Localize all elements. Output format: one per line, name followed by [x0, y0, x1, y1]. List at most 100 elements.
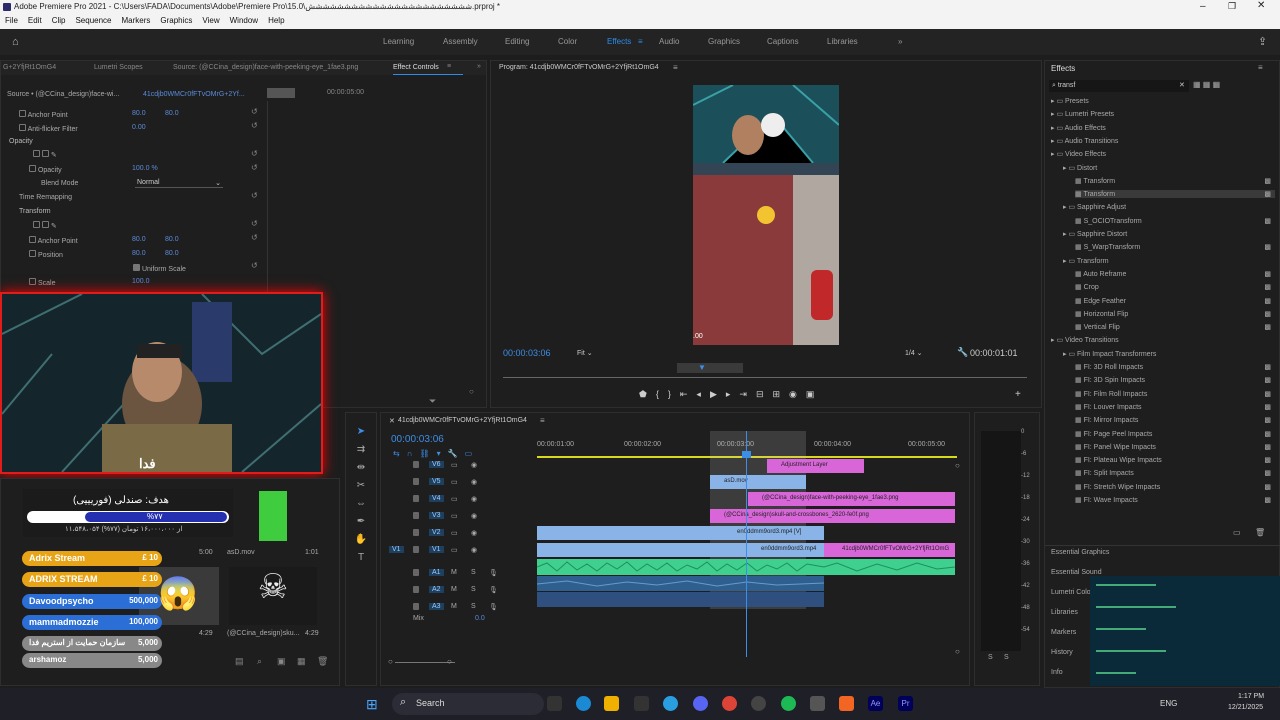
effect-item[interactable]: ▦ Crop ▩: [1075, 283, 1275, 291]
workspace-audio[interactable]: Audio: [659, 37, 679, 46]
store-icon[interactable]: [634, 696, 649, 711]
zoom-handle-icon[interactable]: ○: [447, 657, 452, 666]
taskbar-search[interactable]: ⌕ Search: [392, 693, 544, 715]
workspace-effects[interactable]: Effects: [607, 37, 631, 46]
step-back-icon[interactable]: ◂: [696, 389, 710, 399]
scroll-handle-icon[interactable]: ○: [955, 647, 960, 656]
clip-v1-b[interactable]: 41cdjb0WMCr0fFTvOMrG+2YfjRt1OmG: [824, 543, 955, 557]
tab-effect-controls[interactable]: Effect Controls: [393, 64, 439, 71]
effect-item[interactable]: ▦ S_WarpTransform ▩: [1075, 243, 1275, 251]
menu-clip[interactable]: Clip: [47, 14, 71, 27]
solo-button[interactable]: S: [471, 603, 476, 610]
trash-icon[interactable]: 🗑: [317, 656, 328, 667]
voice-over-icon[interactable]: 🎙: [489, 586, 498, 594]
share-icon[interactable]: ⇪: [1258, 35, 1267, 48]
type-tool-icon[interactable]: T: [354, 549, 368, 567]
menu-edit[interactable]: Edit: [23, 14, 47, 27]
effect-item[interactable]: ▦ FI: Mirror Impacts ▩: [1075, 416, 1275, 424]
windows-start-icon[interactable]: ⊞: [366, 696, 378, 713]
solo-right-button[interactable]: S: [1004, 654, 1009, 661]
captions-icon[interactable]: ▭: [465, 449, 480, 458]
effect-item[interactable]: ▦ FI: Panel Wipe Impacts ▩: [1075, 443, 1275, 451]
project-thumb-skull[interactable]: ☠: [229, 567, 317, 625]
program-menu-icon[interactable]: ≡: [673, 63, 678, 72]
effect-item[interactable]: ▦ FI: 3D Roll Impacts ▩: [1075, 363, 1275, 371]
effects-menu-icon[interactable]: ≡: [1258, 63, 1263, 72]
effect-folder[interactable]: ▸ ▭ Distort: [1063, 164, 1275, 172]
sync-lock-icon[interactable]: ▭: [451, 478, 458, 486]
new-item-icon[interactable]: ▦: [297, 656, 306, 667]
effect-folder[interactable]: ▸ ▭ Transform: [1063, 257, 1275, 265]
track-label[interactable]: V2: [429, 529, 444, 536]
file-explorer-icon[interactable]: [604, 696, 619, 711]
menu-view[interactable]: View: [197, 14, 224, 27]
track-label[interactable]: V1: [429, 546, 444, 553]
menu-sequence[interactable]: Sequence: [70, 14, 116, 27]
ec-anchor2-y[interactable]: 80.0: [165, 236, 179, 243]
ec-row-opacity-group[interactable]: Opacity: [9, 138, 33, 145]
panel-menu-icon[interactable]: ≡: [447, 63, 451, 70]
effect-folder[interactable]: ▸ ▭ Video Transitions: [1051, 336, 1275, 344]
app-icon[interactable]: [810, 696, 825, 711]
ec-row-transform[interactable]: Transform: [19, 208, 51, 215]
effect-folder[interactable]: ▸ ▭ Audio Transitions: [1051, 137, 1275, 145]
effect-item[interactable]: ▦ FI: Split Impacts ▩: [1075, 469, 1275, 477]
effect-folder[interactable]: ▸ ▭ Sapphire Adjust: [1063, 203, 1275, 211]
mute-button[interactable]: M: [451, 603, 457, 610]
track-label[interactable]: A3: [429, 603, 444, 610]
eye-icon[interactable]: ◉: [471, 495, 477, 503]
program-video-frame[interactable]: [693, 85, 839, 345]
new-bin-icon[interactable]: ▣: [277, 656, 286, 667]
project-thumb-green[interactable]: [259, 491, 287, 541]
history-tab[interactable]: History: [1051, 649, 1073, 656]
ec-position-x[interactable]: 80.0: [132, 250, 146, 257]
linked-selection-icon[interactable]: ⛓: [419, 449, 436, 458]
search-icon[interactable]: ⌕: [257, 656, 262, 667]
maximize-icon[interactable]: ❐: [1228, 1, 1236, 12]
playhead[interactable]: [746, 431, 747, 657]
trash-icon[interactable]: 🗑: [1255, 528, 1265, 537]
ec-position-y[interactable]: 80.0: [165, 250, 179, 257]
menu-file[interactable]: File: [0, 14, 23, 27]
rect-mask-icon[interactable]: [41, 221, 49, 228]
clock-date[interactable]: 12/21/2025: [1228, 704, 1263, 711]
project-item-asd[interactable]: asD.mov: [227, 549, 255, 556]
minimize-icon[interactable]: –: [1200, 1, 1206, 12]
mute-button[interactable]: M: [451, 569, 457, 576]
audio-waveforms[interactable]: [537, 559, 957, 609]
pen-mask-icon[interactable]: ✎: [51, 152, 57, 159]
go-to-out-icon[interactable]: ⇥: [739, 389, 756, 399]
eye-icon[interactable]: ◉: [471, 461, 477, 469]
razor-tool-icon[interactable]: ✂: [354, 477, 368, 495]
clock-time[interactable]: 1:17 PM: [1238, 693, 1264, 700]
effect-item[interactable]: ▦ Transform ▩: [1075, 177, 1275, 185]
effect-item[interactable]: ▦ FI: 3D Spin Impacts ▩: [1075, 376, 1275, 384]
info-tab[interactable]: Info: [1051, 669, 1063, 676]
timeline-timecode[interactable]: 00:00:03:06: [391, 434, 444, 445]
tab-lumetri-scopes[interactable]: Lumetri Scopes: [94, 64, 143, 71]
discord-icon[interactable]: [693, 696, 708, 711]
lift-icon[interactable]: ⊟: [756, 389, 773, 399]
clip-v1-a[interactable]: en0ddmm9ord3.mp4: [537, 543, 824, 557]
timeline-close-icon[interactable]: ✕: [389, 417, 395, 425]
eye-icon[interactable]: ◉: [471, 512, 477, 520]
workspace-editing[interactable]: Editing: [505, 37, 529, 46]
app-icon[interactable]: [839, 696, 854, 711]
ec-row-time-remapping[interactable]: Time Remapping: [19, 194, 72, 201]
effect-folder[interactable]: ▸ ▭ Audio Effects: [1051, 124, 1275, 132]
libraries-tab[interactable]: Libraries: [1051, 609, 1078, 616]
fit-select[interactable]: Fit ⌄: [577, 349, 593, 357]
clip-asd[interactable]: asD.mov: [710, 475, 806, 489]
nest-icon[interactable]: ⇆: [393, 449, 407, 458]
tab-sequence[interactable]: G+2YfjRt1OmG4: [3, 64, 56, 71]
list-view-icon[interactable]: ▤: [235, 656, 244, 667]
scroll-handle-icon[interactable]: ○: [955, 461, 960, 470]
clip-face-png[interactable]: (@CCina_design)face-with-peeking-eye_1fa…: [748, 492, 955, 506]
clip-adjustment-layer[interactable]: Adjustment Layer: [767, 459, 864, 473]
add-marker-icon[interactable]: ▾: [437, 449, 448, 458]
blend-mode-select[interactable]: Normal ⌄: [135, 177, 223, 188]
expand-panels-icon[interactable]: »: [477, 63, 481, 70]
program-playhead-icon[interactable]: ▼: [698, 363, 706, 372]
workspace-captions[interactable]: Captions: [767, 37, 799, 46]
pen-tool-icon[interactable]: ✒: [354, 513, 368, 531]
